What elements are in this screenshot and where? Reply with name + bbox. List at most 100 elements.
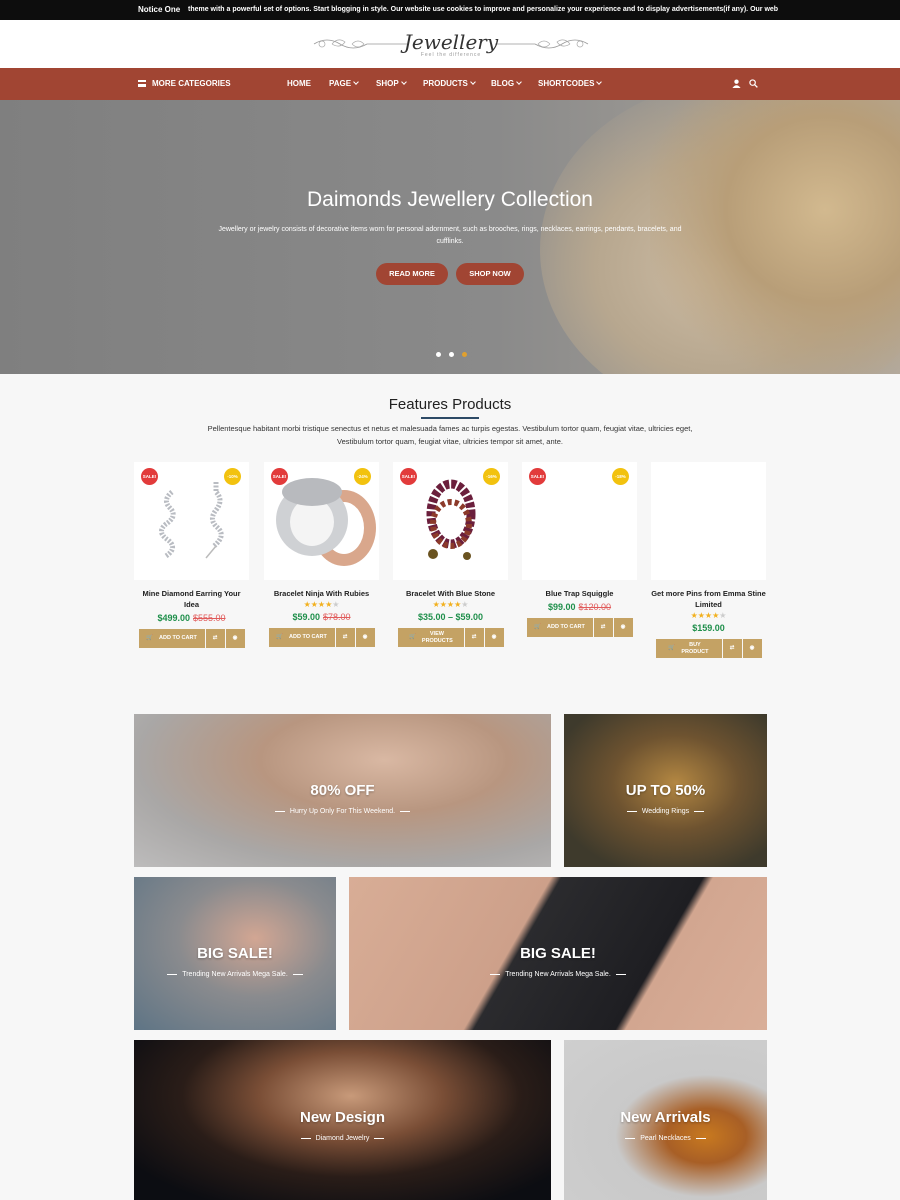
product-actions: 🛒 ADD TO CART ⇄ ◉ — [264, 628, 379, 647]
rating-stars: ★★★★★ — [690, 611, 727, 620]
nav-label: SHOP — [376, 79, 399, 88]
product-card: Get more Pins from Emma Stine Limited ★★… — [651, 462, 766, 658]
search-icon[interactable] — [749, 79, 758, 88]
price-old: $78.00 — [323, 612, 351, 622]
price-old: $120.00 — [578, 602, 612, 612]
sale-badge: SALE! — [141, 468, 158, 485]
product-image[interactable]: SALE! -24% — [264, 462, 379, 580]
product-actions: 🛒 VIEW PRODUCTS ⇄ ◉ — [393, 628, 508, 647]
banner-subtitle: Trending New Arrivals Mega Sale. — [349, 971, 767, 978]
banner-title: New Design — [299, 1109, 386, 1126]
banner-title: New Arrivals — [620, 1109, 711, 1126]
cart-icon: 🛒 — [534, 624, 542, 630]
view-products-button[interactable]: 🛒 VIEW PRODUCTS — [397, 628, 464, 647]
action-label: ADD TO CART — [159, 635, 197, 641]
nav-item-shop[interactable]: SHOP — [376, 79, 407, 88]
shuffle-icon: ⇄ — [471, 634, 477, 640]
nav-label: SHORTCODES — [538, 79, 595, 88]
product-image[interactable]: SALE! -16% — [393, 462, 508, 580]
eye-icon: ◉ — [362, 634, 368, 640]
title-underline — [421, 417, 479, 419]
nav-item-blog[interactable]: BLOG — [491, 79, 522, 88]
price-current: $159.00 — [692, 623, 725, 633]
shuffle-icon: ⇄ — [342, 634, 348, 640]
product-name[interactable]: Bracelet Ninja With Rubies — [264, 588, 379, 599]
product-actions: 🛒 ADD TO CART ⇄ ◉ — [134, 629, 249, 648]
product-card: SALE! -16% Bracelet With Blue Stone ★★★★… — [393, 462, 508, 647]
shuffle-icon: ⇄ — [729, 645, 735, 651]
sale-badge: SALE! — [271, 468, 288, 485]
slider-dot-active[interactable] — [462, 352, 467, 357]
cart-icon: 🛒 — [409, 634, 416, 640]
chevron-down-icon — [470, 79, 476, 85]
nav-label: BLOG — [491, 79, 515, 88]
slider-dot[interactable] — [436, 352, 441, 357]
chevron-down-icon — [516, 79, 522, 85]
section-description: Pellentesque habitant morbi tristique se… — [207, 424, 693, 446]
quick-view-button[interactable]: ◉ — [225, 629, 245, 648]
promo-banner[interactable]: 80% OFF Hurry Up Only For This Weekend. — [134, 714, 551, 867]
nav-item-shortcodes[interactable]: SHORTCODES — [538, 79, 603, 88]
chevron-down-icon — [353, 79, 359, 85]
promo-banner[interactable]: New Arrivals Pearl Necklaces — [564, 1040, 767, 1200]
nav-item-home[interactable]: HOME — [287, 79, 311, 88]
banner-subtitle: Diamond Jewelry — [134, 1135, 551, 1142]
discount-badge: -16% — [483, 468, 500, 485]
banner-title: BIG SALE! — [520, 945, 596, 962]
add-to-cart-button[interactable]: 🛒 ADD TO CART — [268, 628, 335, 647]
product-price: $59.00 $78.00 — [264, 612, 379, 622]
quick-view-button[interactable]: ◉ — [742, 639, 762, 658]
product-price: $499.00 $555.00 — [134, 613, 249, 623]
buy-product-button[interactable]: 🛒 BUY PRODUCT — [655, 639, 722, 658]
nav-item-products[interactable]: PRODUCTS — [423, 79, 476, 88]
product-name[interactable]: Bracelet With Blue Stone — [393, 588, 508, 599]
chevron-down-icon — [400, 79, 407, 85]
price-current: $499.00 — [157, 613, 190, 623]
compare-button[interactable]: ⇄ — [335, 628, 355, 647]
banner-subtitle: Trending New Arrivals Mega Sale. — [134, 971, 336, 978]
main-nav: MORE CATEGORIES HOME PAGE SHOP PRODUCTS … — [0, 68, 900, 100]
product-card: SALE! -10% Mine Diamond Earring Your Ide… — [134, 462, 249, 648]
product-price: $159.00 — [651, 623, 766, 633]
eye-icon: ◉ — [620, 624, 626, 630]
product-image[interactable]: SALE! -10% — [134, 462, 249, 580]
discount-badge: -24% — [354, 468, 371, 485]
product-image[interactable] — [651, 462, 766, 580]
nav-item-page[interactable]: PAGE — [329, 79, 359, 88]
promo-banner[interactable]: New Design Diamond Jewelry — [134, 1040, 551, 1200]
product-actions: 🛒 ADD TO CART ⇄ ◉ — [522, 618, 637, 637]
slider-dot[interactable] — [449, 352, 454, 357]
site-logo[interactable]: Jewellery Feel the difference — [312, 30, 590, 60]
nav-label: HOME — [287, 79, 311, 88]
user-icon[interactable] — [732, 79, 741, 88]
quick-view-button[interactable]: ◉ — [355, 628, 375, 647]
product-image[interactable]: SALE! -18% — [522, 462, 637, 580]
eye-icon: ◉ — [232, 635, 238, 641]
compare-button[interactable]: ⇄ — [593, 618, 613, 637]
promo-banner[interactable]: UP TO 50% Wedding Rings — [564, 714, 767, 867]
more-categories-button[interactable]: MORE CATEGORIES — [138, 79, 231, 88]
compare-button[interactable]: ⇄ — [205, 629, 225, 648]
cart-icon: 🛒 — [146, 635, 154, 641]
product-name[interactable]: Get more Pins from Emma Stine Limited — [651, 588, 766, 610]
action-label: VIEW PRODUCTS — [421, 630, 453, 644]
product-name[interactable]: Mine Diamond Earring Your Idea — [134, 588, 249, 610]
read-more-button[interactable]: READ MORE — [376, 263, 448, 285]
promo-banner[interactable]: BIG SALE! Trending New Arrivals Mega Sal… — [134, 877, 336, 1030]
shop-now-button[interactable]: SHOP NOW — [456, 263, 524, 285]
compare-button[interactable]: ⇄ — [464, 628, 484, 647]
quick-view-button[interactable]: ◉ — [613, 618, 633, 637]
logo-text: Jewellery — [403, 30, 499, 54]
menu-icon — [138, 80, 146, 87]
price-current: $99.00 — [547, 602, 576, 612]
add-to-cart-button[interactable]: 🛒 ADD TO CART — [526, 618, 593, 637]
compare-button[interactable]: ⇄ — [722, 639, 742, 658]
notice-bar: Notice One theme with a powerful set of … — [0, 0, 900, 20]
product-name[interactable]: Blue Trap Squiggle — [522, 588, 637, 599]
add-to-cart-button[interactable]: 🛒 ADD TO CART — [138, 629, 205, 648]
quick-view-button[interactable]: ◉ — [484, 628, 504, 647]
price-current: $35.00 – $59.00 — [417, 612, 484, 622]
cart-icon: 🛒 — [668, 645, 675, 651]
promo-banner[interactable]: BIG SALE! Trending New Arrivals Mega Sal… — [349, 877, 767, 1030]
section-title: Features Products — [388, 396, 512, 413]
